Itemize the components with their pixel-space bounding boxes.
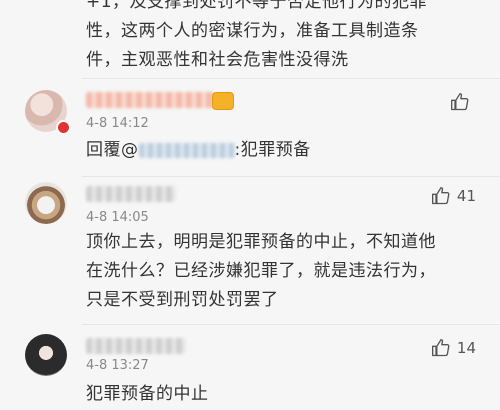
previous-comment-line: 件，主观恶性和社会危害性没得洗 (86, 50, 349, 70)
previous-comment-line: +1，及支撑到处罚不等于否定他行为的犯罪 (86, 0, 428, 12)
comment-item[interactable]: 4-8 13:27 犯罪预备的中止 14 (0, 324, 500, 410)
comment-text: 回覆@ :犯罪预备 (86, 136, 476, 165)
thumbs-up-icon (431, 187, 450, 205)
comment-time: 4-8 14:12 (86, 116, 149, 131)
comment-item[interactable]: 4-8 14:05 顶你上去，明明是犯罪预备的中止，不知道他 在洗什么？已经涉嫌… (0, 176, 500, 324)
like-button[interactable]: 14 (431, 338, 476, 358)
thumbs-up-icon (431, 339, 450, 357)
reply-text: :犯罪预备 (234, 140, 311, 160)
mention-blurred[interactable] (138, 142, 235, 158)
comment-line: 只是不受到刑罚处罚罢了 (86, 290, 279, 310)
avatar[interactable] (25, 182, 67, 224)
avatar[interactable] (25, 334, 67, 376)
thumbs-up-icon (451, 93, 469, 111)
previous-comment-line: 性，这两个人的密谋行为，准备工具制造条 (86, 21, 419, 41)
username-blurred[interactable] (86, 186, 176, 202)
like-count: 41 (456, 187, 476, 205)
like-button[interactable]: 41 (431, 186, 476, 206)
verified-badge-icon (56, 120, 71, 135)
comment-time: 4-8 13:27 (86, 358, 149, 373)
member-badge-icon (212, 92, 234, 110)
comment-text: 顶你上去，明明是犯罪预备的中止，不知道他 在洗什么？已经涉嫌犯罪了，就是违法行为… (86, 228, 476, 315)
username-blurred[interactable] (86, 92, 214, 108)
previous-comment-text: +1，及支撑到处罚不等于否定他行为的犯罪 性，这两个人的密谋行为，准备工具制造条… (86, 0, 486, 75)
username-blurred[interactable] (86, 338, 186, 354)
comment-line: 犯罪预备的中止 (86, 384, 209, 404)
like-button[interactable] (450, 92, 476, 112)
comment-text: 犯罪预备的中止 (86, 380, 476, 409)
like-count: 14 (456, 339, 476, 357)
comment-item[interactable]: 4-8 14:12 回覆@ :犯罪预备 (0, 78, 500, 176)
comment-time: 4-8 14:05 (86, 210, 149, 225)
reply-prefix: 回覆@ (86, 140, 139, 160)
comment-line: 顶你上去，明明是犯罪预备的中止，不知道他 (86, 232, 436, 252)
comment-line: 在洗什么？已经涉嫌犯罪了，就是违法行为， (86, 261, 436, 281)
